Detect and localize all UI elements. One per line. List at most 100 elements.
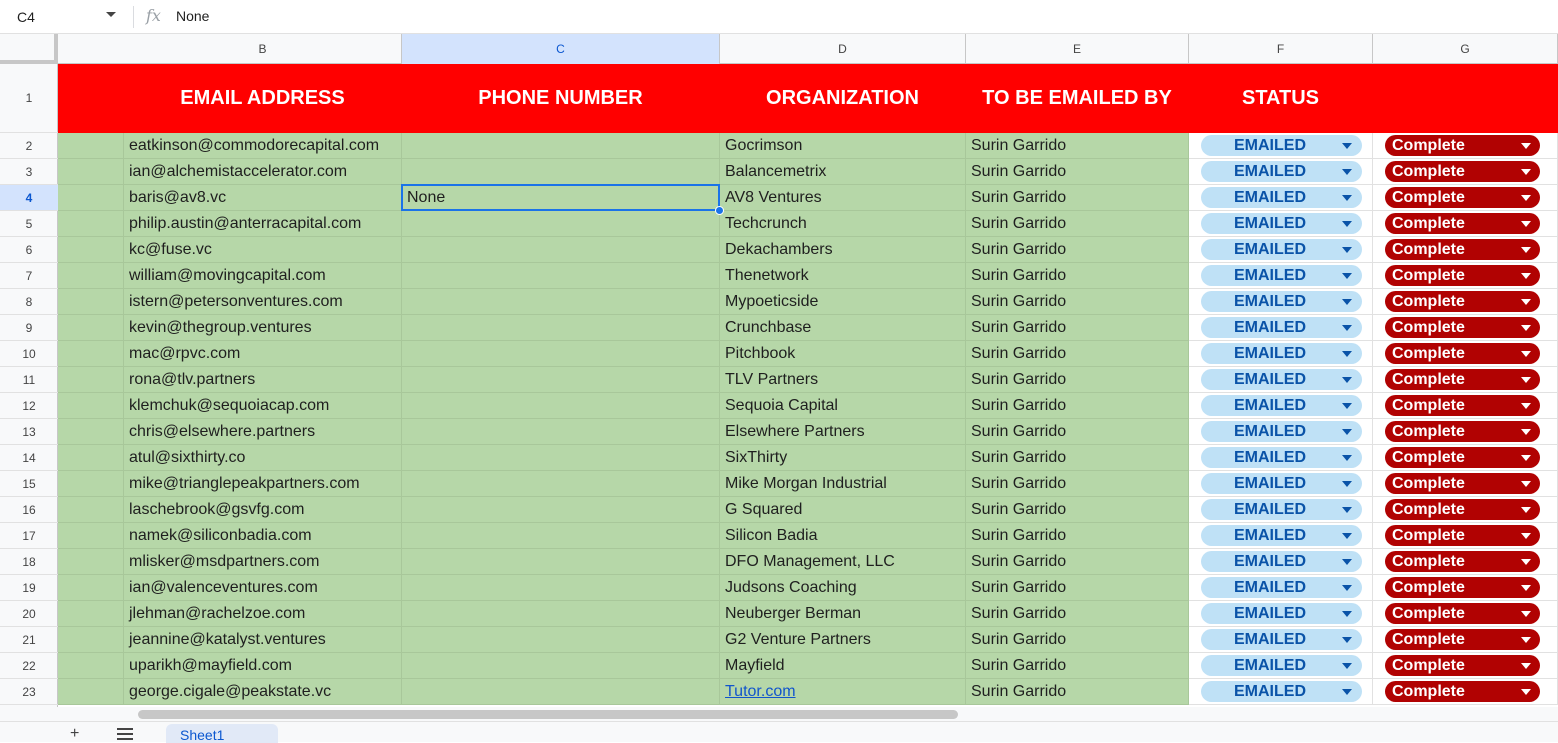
row-header[interactable]: 11 bbox=[0, 367, 58, 393]
cell-org[interactable]: Silicon Badia bbox=[720, 523, 966, 549]
chevron-down-icon[interactable] bbox=[1521, 507, 1531, 513]
cell-completion[interactable]: Complete bbox=[1373, 627, 1558, 653]
cell-phone[interactable] bbox=[402, 341, 720, 367]
cell-email[interactable]: rona@tlv.partners bbox=[124, 367, 402, 393]
status-chip-emailed[interactable]: EMAILED bbox=[1201, 343, 1362, 364]
header-cell[interactable]: TO BE EMAILED BY bbox=[966, 64, 1189, 133]
cell-status[interactable]: EMAILED bbox=[1189, 263, 1373, 289]
cell-by[interactable]: Surin Garrido bbox=[966, 211, 1189, 237]
chevron-down-icon[interactable] bbox=[1521, 247, 1531, 253]
completion-chip[interactable]: Complete bbox=[1385, 551, 1540, 572]
cell-status[interactable]: EMAILED bbox=[1189, 419, 1373, 445]
cell-phone[interactable] bbox=[402, 159, 720, 185]
cell-completion[interactable]: Complete bbox=[1373, 133, 1558, 159]
cell-completion[interactable]: Complete bbox=[1373, 497, 1558, 523]
cell-phone[interactable] bbox=[402, 289, 720, 315]
cell-org[interactable]: TLV Partners bbox=[720, 367, 966, 393]
cell-org[interactable]: Techcrunch bbox=[720, 211, 966, 237]
status-chip-emailed[interactable]: EMAILED bbox=[1201, 681, 1362, 702]
cell-phone[interactable] bbox=[402, 237, 720, 263]
cell-org[interactable]: Mike Morgan Industrial bbox=[720, 471, 966, 497]
chevron-down-icon[interactable] bbox=[1521, 533, 1531, 539]
cell-by[interactable]: Surin Garrido bbox=[966, 653, 1189, 679]
cell-org[interactable]: Balancemetrix bbox=[720, 159, 966, 185]
cell-status[interactable]: EMAILED bbox=[1189, 367, 1373, 393]
completion-chip[interactable]: Complete bbox=[1385, 239, 1540, 260]
horizontal-scrollbar[interactable] bbox=[0, 707, 1558, 721]
cell-phone[interactable] bbox=[402, 549, 720, 575]
cell-status[interactable]: EMAILED bbox=[1189, 133, 1373, 159]
cell-email[interactable]: uparikh@mayfield.com bbox=[124, 653, 402, 679]
cell-by[interactable]: Surin Garrido bbox=[966, 497, 1189, 523]
cell-completion[interactable]: Complete bbox=[1373, 679, 1558, 705]
cell-status[interactable]: EMAILED bbox=[1189, 211, 1373, 237]
cell-org[interactable]: Thenetwork bbox=[720, 263, 966, 289]
row-header[interactable]: 22 bbox=[0, 653, 58, 679]
add-sheet-icon[interactable]: + bbox=[70, 726, 79, 742]
chevron-down-icon[interactable] bbox=[1521, 455, 1531, 461]
cell-status[interactable]: EMAILED bbox=[1189, 627, 1373, 653]
cell-phone[interactable] bbox=[402, 315, 720, 341]
cell-a[interactable] bbox=[58, 601, 124, 627]
chevron-down-icon[interactable] bbox=[1342, 689, 1352, 695]
cell-org[interactable]: Pitchbook bbox=[720, 341, 966, 367]
cell-status[interactable]: EMAILED bbox=[1189, 497, 1373, 523]
cell-email[interactable]: ian@valenceventures.com bbox=[124, 575, 402, 601]
cell-by[interactable]: Surin Garrido bbox=[966, 315, 1189, 341]
row-header[interactable]: 12 bbox=[0, 393, 58, 419]
cell-org[interactable]: Tutor.com bbox=[720, 679, 966, 705]
chevron-down-icon[interactable] bbox=[1521, 559, 1531, 565]
completion-chip[interactable]: Complete bbox=[1385, 629, 1540, 650]
row-header[interactable]: 13 bbox=[0, 419, 58, 445]
cell-phone[interactable] bbox=[402, 445, 720, 471]
cell-a[interactable] bbox=[58, 575, 124, 601]
cell-by[interactable]: Surin Garrido bbox=[966, 367, 1189, 393]
cell-completion[interactable]: Complete bbox=[1373, 445, 1558, 471]
chevron-down-icon[interactable] bbox=[1342, 559, 1352, 565]
column-header-f[interactable]: F bbox=[1189, 34, 1373, 64]
cell-status[interactable]: EMAILED bbox=[1189, 237, 1373, 263]
cell-phone[interactable] bbox=[402, 653, 720, 679]
cell-a[interactable] bbox=[58, 315, 124, 341]
formula-input[interactable]: None bbox=[176, 0, 209, 34]
chevron-down-icon[interactable] bbox=[1342, 403, 1352, 409]
cell-a[interactable] bbox=[58, 185, 124, 211]
cell-status[interactable]: EMAILED bbox=[1189, 601, 1373, 627]
cell-phone[interactable]: None bbox=[402, 185, 720, 211]
chevron-down-icon[interactable] bbox=[1342, 455, 1352, 461]
chevron-down-icon[interactable] bbox=[1342, 585, 1352, 591]
row-header[interactable]: 23 bbox=[0, 679, 58, 705]
chevron-down-icon[interactable] bbox=[1521, 637, 1531, 643]
cell-completion[interactable]: Complete bbox=[1373, 211, 1558, 237]
chevron-down-icon[interactable] bbox=[1342, 377, 1352, 383]
all-sheets-icon[interactable] bbox=[117, 728, 133, 740]
status-chip-emailed[interactable]: EMAILED bbox=[1201, 239, 1362, 260]
cell-completion[interactable]: Complete bbox=[1373, 237, 1558, 263]
scrollbar-thumb[interactable] bbox=[138, 710, 958, 719]
status-chip-emailed[interactable]: EMAILED bbox=[1201, 395, 1362, 416]
cell-by[interactable]: Surin Garrido bbox=[966, 263, 1189, 289]
row-header[interactable]: 10 bbox=[0, 341, 58, 367]
cell-a[interactable] bbox=[58, 211, 124, 237]
cell-a[interactable] bbox=[58, 679, 124, 705]
status-chip-emailed[interactable]: EMAILED bbox=[1201, 525, 1362, 546]
cell-email[interactable]: jeannine@katalyst.ventures bbox=[124, 627, 402, 653]
cell-completion[interactable]: Complete bbox=[1373, 549, 1558, 575]
cell-org[interactable]: G2 Venture Partners bbox=[720, 627, 966, 653]
completion-chip[interactable]: Complete bbox=[1385, 187, 1540, 208]
chevron-down-icon[interactable] bbox=[1521, 377, 1531, 383]
cell-email[interactable]: philip.austin@anterracapital.com bbox=[124, 211, 402, 237]
chevron-down-icon[interactable] bbox=[1342, 351, 1352, 357]
status-chip-emailed[interactable]: EMAILED bbox=[1201, 499, 1362, 520]
cell-by[interactable]: Surin Garrido bbox=[966, 341, 1189, 367]
cell-a[interactable] bbox=[58, 289, 124, 315]
completion-chip[interactable]: Complete bbox=[1385, 603, 1540, 624]
cell-phone[interactable] bbox=[402, 263, 720, 289]
completion-chip[interactable]: Complete bbox=[1385, 473, 1540, 494]
completion-chip[interactable]: Complete bbox=[1385, 291, 1540, 312]
completion-chip[interactable]: Complete bbox=[1385, 655, 1540, 676]
status-chip-emailed[interactable]: EMAILED bbox=[1201, 291, 1362, 312]
chevron-down-icon[interactable] bbox=[1521, 481, 1531, 487]
chevron-down-icon[interactable] bbox=[1521, 429, 1531, 435]
chevron-down-icon[interactable] bbox=[1521, 403, 1531, 409]
